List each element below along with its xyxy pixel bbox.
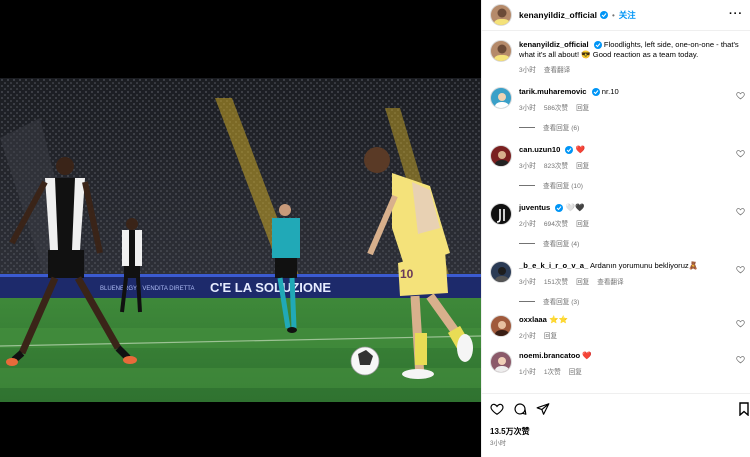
comment-username[interactable]: juventus [519, 203, 550, 212]
post-media: C'E LA SOLUZIONE BLUENERGY • VENDITA DIR… [0, 0, 481, 457]
author-avatar[interactable] [490, 4, 512, 26]
heart-icon[interactable] [736, 265, 745, 274]
verified-badge-icon [593, 41, 602, 49]
comment-time: 3小时 [519, 163, 536, 170]
comment-text: ❤️ [575, 145, 586, 154]
comment-item: _b_e_k_i_r_o_v_a_ Ardanın yorumunu bekli… [490, 261, 745, 306]
comment-likes[interactable]: 151次赞 [544, 276, 568, 286]
comment-item: tarik.muharemovic nr.10 3小时 586次赞 回复 查看回… [490, 87, 745, 132]
comment-avatar[interactable] [490, 203, 512, 225]
view-replies-button[interactable]: 查看回复 (6) [519, 122, 745, 132]
post-panel: kenanyildiz_official • 关注 ··· kenanyildi… [481, 0, 750, 457]
comment-time: 1小时 [519, 369, 536, 376]
caption: kenanyildiz_official Floodlights, left s… [490, 40, 745, 74]
comment-likes[interactable]: 1次赞 [544, 366, 561, 376]
reply-button[interactable]: 回复 [544, 330, 557, 340]
author-username[interactable]: kenanyildiz_official [519, 10, 597, 20]
comment-time: 3小时 [519, 279, 536, 286]
separator-dot: • [611, 10, 615, 20]
reply-button[interactable]: 回复 [576, 218, 589, 228]
comment-item: can.uzun10 ❤️ 3小时 823次赞 回复 查看回复 (10) [490, 145, 745, 190]
comment-item: juventus 🤍🖤 2小时 694次赞 回复 查看回复 (4) [490, 203, 745, 248]
comment-likes[interactable]: 694次赞 [544, 218, 568, 228]
football [350, 346, 380, 376]
comment-text: ⭐⭐ [549, 315, 568, 324]
verified-badge-icon [599, 11, 608, 19]
reply-button[interactable]: 回复 [576, 160, 589, 170]
verified-badge-icon [555, 204, 564, 212]
comment-icon[interactable] [513, 402, 527, 416]
banner-text: C'E LA SOLUZIONE [210, 280, 331, 295]
comments-list[interactable]: kenanyildiz_official Floodlights, left s… [482, 31, 750, 393]
heart-icon[interactable] [490, 402, 504, 416]
comment-avatar[interactable] [490, 351, 512, 373]
banner-small-text: BLUENERGY • VENDITA DIRETTA [100, 286, 194, 292]
comment-text: Ardanın yorumunu bekliyoruz🧸 [589, 261, 699, 270]
comment-username[interactable]: _b_e_k_i_r_o_v_a_ [519, 261, 588, 270]
comment-item: noemi.brancatoo ❤️ 1小时 1次赞 回复 [490, 351, 745, 376]
more-icon[interactable]: ··· [729, 9, 743, 20]
heart-icon[interactable] [736, 355, 745, 364]
heart-icon[interactable] [736, 149, 745, 158]
caption-avatar[interactable] [490, 40, 512, 62]
comment-avatar[interactable] [490, 315, 512, 337]
translate-button[interactable]: 查看翻译 [544, 64, 570, 74]
comment-time: 2小时 [519, 333, 536, 340]
post-actions: 13.5万次赞 3小时 [482, 393, 750, 457]
caption-username[interactable]: kenanyildiz_official [519, 40, 589, 49]
comment-username[interactable]: oxxlaaa [519, 315, 547, 324]
post-photo[interactable]: C'E LA SOLUZIONE BLUENERGY • VENDITA DIR… [0, 78, 481, 402]
comment-time: 3小时 [519, 105, 536, 112]
comment-username[interactable]: noemi.brancatoo [519, 351, 580, 360]
reply-button[interactable]: 回复 [576, 276, 589, 286]
post-time: 3小时 [490, 440, 507, 447]
heart-icon[interactable] [736, 207, 745, 216]
post-header: kenanyildiz_official • 关注 ··· [482, 0, 750, 31]
view-replies-button[interactable]: 查看回复 (4) [519, 238, 745, 248]
comment-avatar[interactable] [490, 261, 512, 283]
comment-likes[interactable]: 586次赞 [544, 102, 568, 112]
comment-time: 2小时 [519, 221, 536, 228]
caption-time: 3小时 [519, 67, 536, 74]
verified-badge-icon [565, 146, 574, 154]
comment-avatar[interactable] [490, 87, 512, 109]
verified-badge-icon [591, 88, 600, 96]
heart-icon[interactable] [736, 319, 745, 328]
likes-count[interactable]: 13.5万次赞 [490, 426, 530, 437]
view-replies-button[interactable]: 查看回复 (10) [519, 180, 745, 190]
comment-username[interactable]: can.uzun10 [519, 145, 560, 154]
reply-button[interactable]: 回复 [569, 366, 582, 376]
comment-item: oxxlaaa ⭐⭐ 2小时 回复 [490, 315, 745, 340]
bookmark-icon[interactable] [739, 402, 749, 416]
jersey-right-number: 10 [400, 267, 414, 281]
share-icon[interactable] [536, 402, 550, 416]
reply-button[interactable]: 回复 [576, 102, 589, 112]
follow-button[interactable]: 关注 [619, 9, 636, 21]
heart-icon[interactable] [736, 91, 745, 100]
comment-text: ❤️ [582, 351, 592, 360]
comment-username[interactable]: tarik.muharemovic [519, 87, 587, 96]
translate-button[interactable]: 查看翻译 [597, 276, 623, 286]
view-replies-button[interactable]: 查看回复 (3) [519, 296, 745, 306]
comment-text: nr.10 [601, 87, 619, 96]
comment-avatar[interactable] [490, 145, 512, 167]
comment-likes[interactable]: 823次赞 [544, 160, 568, 170]
comment-text: 🤍🖤 [565, 203, 585, 212]
